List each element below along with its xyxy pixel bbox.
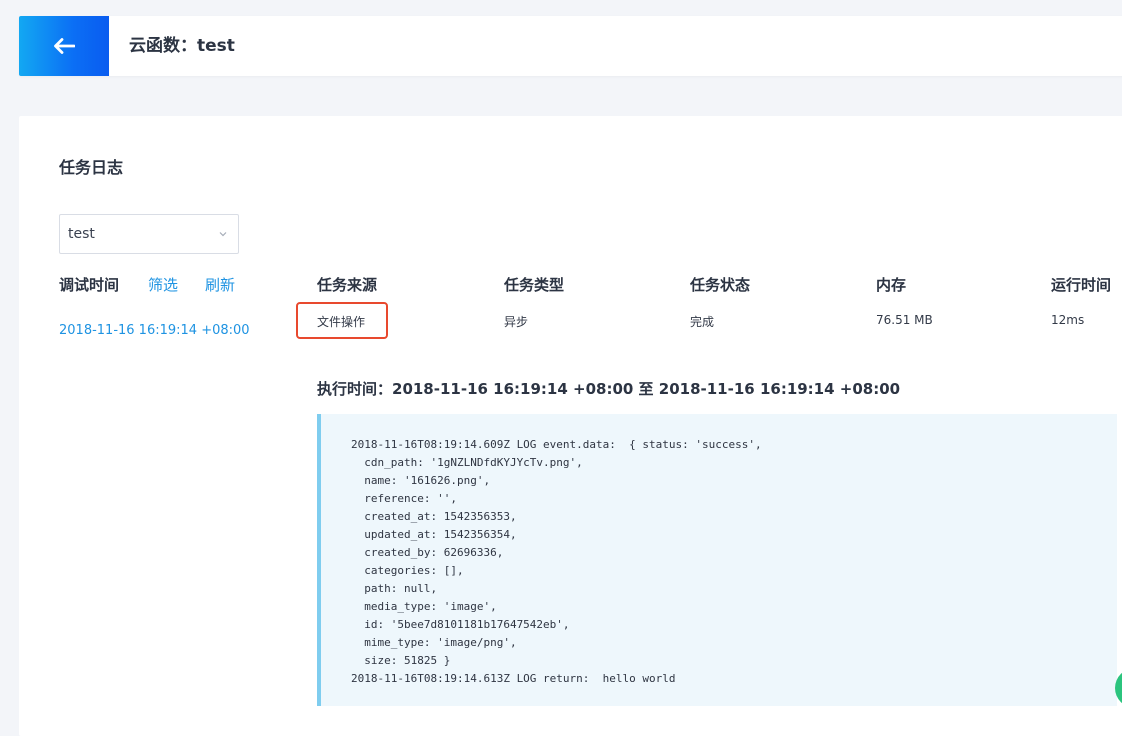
section-title: 任务日志 xyxy=(59,158,124,177)
col-header-status: 任务状态 xyxy=(690,276,751,294)
filter-link[interactable]: 筛选 xyxy=(148,274,178,295)
col-header-memory: 内存 xyxy=(876,276,907,294)
function-select-value: test xyxy=(68,226,95,242)
debug-time-label: 调试时间 xyxy=(59,276,120,294)
page-header: 云函数：test xyxy=(19,16,1122,76)
refresh-link[interactable]: 刷新 xyxy=(205,274,235,295)
col-value-memory: 76.51 MB xyxy=(876,313,933,327)
col-header-type: 任务类型 xyxy=(504,276,565,294)
log-output: 2018-11-16T08:19:14.609Z LOG event.data:… xyxy=(317,414,1117,706)
col-value-type: 异步 xyxy=(504,315,529,329)
page-title: 云函数：test xyxy=(129,36,235,56)
col-header-runtime: 运行时间 xyxy=(1051,276,1112,294)
log-text: 2018-11-16T08:19:14.609Z LOG event.data:… xyxy=(351,438,762,685)
function-select[interactable]: test xyxy=(59,214,239,254)
chevron-down-icon xyxy=(219,232,227,237)
exec-time: 执行时间：2018-11-16 16:19:14 +08:00 至 2018-1… xyxy=(317,380,901,398)
back-button[interactable] xyxy=(19,16,109,76)
col-header-source: 任务来源 xyxy=(317,276,378,294)
col-value-source: 文件操作 xyxy=(317,315,366,329)
task-log-panel: 任务日志 test 调试时间 筛选 刷新 2018-11-16 16:19:14… xyxy=(19,116,1122,736)
col-value-status: 完成 xyxy=(690,315,715,329)
arrow-left-icon xyxy=(54,38,75,54)
debug-time-entry[interactable]: 2018-11-16 16:19:14 +08:00 xyxy=(59,323,250,338)
col-value-runtime: 12ms xyxy=(1051,313,1085,327)
